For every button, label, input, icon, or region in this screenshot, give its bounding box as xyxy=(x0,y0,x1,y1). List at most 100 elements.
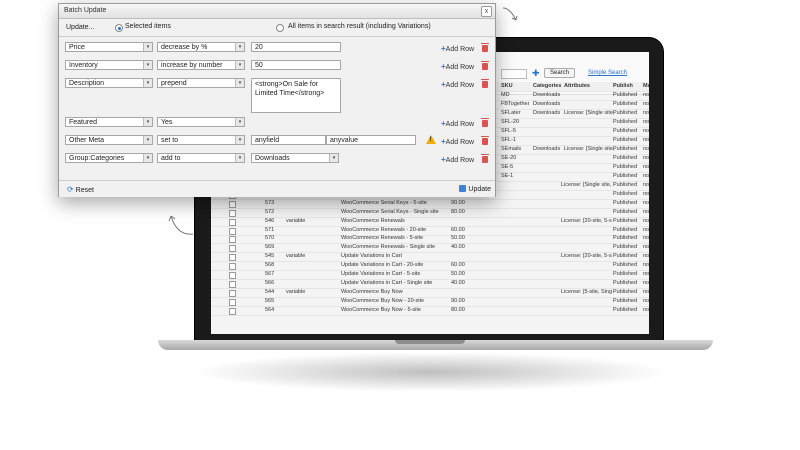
reset-icon: ⟳ xyxy=(67,185,74,194)
bg-cell-id: 567 xyxy=(265,271,275,277)
chevron-down-icon: ▾ xyxy=(143,118,152,126)
bg-cell-name: Update Variations in Cart xyxy=(341,253,403,260)
scope-all-radio[interactable] xyxy=(276,24,284,32)
bg-cell-name: WooCommerce Buy Now - 20-site xyxy=(341,297,425,304)
bg-cell-pub: Published xyxy=(613,190,638,197)
bg-table-row[interactable]: 564 WooCommerce Buy Now - 5-site 80.00 Publ… xyxy=(211,306,649,316)
bg-cell-pub: Published xyxy=(613,217,638,224)
bg-cell-sku: MD xyxy=(501,92,510,98)
bg-cell-id: 546 xyxy=(265,217,275,224)
bg-cell-sku: SE-1 xyxy=(501,173,514,179)
field-select[interactable]: Inventory ▾ xyxy=(65,60,153,70)
bg-cell-m: no xyxy=(643,279,649,286)
bg-cell-cat: Downloads xyxy=(533,101,561,107)
trash-icon[interactable] xyxy=(481,118,489,127)
bg-cell-price: 80.00 xyxy=(451,306,465,313)
value-textarea[interactable]: <strong>On Sale for Limited Time</strong… xyxy=(251,78,341,113)
scope-all-label: All items in search result (including Va… xyxy=(288,23,431,30)
action-select[interactable]: increase by number ▾ xyxy=(157,60,245,70)
add-row-label: Add Row xyxy=(445,157,475,164)
bg-cell-m: no xyxy=(643,253,649,260)
add-row-button[interactable]: +Add Row xyxy=(441,119,474,128)
trash-icon[interactable] xyxy=(481,136,489,145)
update-button[interactable]: Update xyxy=(459,185,491,193)
add-row-label: Add Row xyxy=(445,64,475,71)
field-select[interactable]: Other Meta ▾ xyxy=(65,135,153,145)
trash-icon[interactable] xyxy=(481,61,489,70)
bg-cell-pub: Published xyxy=(613,101,638,107)
bg-cell-pub: Published xyxy=(613,182,638,188)
action-select[interactable]: add to ▾ xyxy=(157,153,245,163)
action-select[interactable]: set to ▾ xyxy=(157,135,245,145)
action-select-text: increase by number xyxy=(161,62,223,69)
bg-cell-attr: License: [5-site, Sing xyxy=(561,288,613,295)
add-row-button[interactable]: +Add Row xyxy=(441,44,474,53)
update-label: Update xyxy=(468,186,491,193)
value-input-text: 20 xyxy=(255,44,263,51)
bg-cell-pub: Published xyxy=(613,155,638,161)
row-checkbox[interactable] xyxy=(229,307,236,315)
bg-simple-search-link[interactable]: Simple Search xyxy=(588,70,627,76)
chevron-down-icon: ▾ xyxy=(143,154,152,162)
action-select[interactable]: decrease by % ▾ xyxy=(157,42,245,52)
bg-cell-pub: Published xyxy=(613,208,638,215)
bg-search-button[interactable]: Search xyxy=(544,68,576,78)
meta-value-input[interactable]: anyvalue xyxy=(326,135,416,145)
bg-cell-m: no xyxy=(643,226,649,233)
bg-cell-pub: Published xyxy=(613,92,638,98)
bg-cell-sku: SFL-1 xyxy=(501,137,516,143)
bg-cell-price: 50.00 xyxy=(451,271,465,277)
bg-cell-m: no xyxy=(643,199,649,206)
value-select[interactable]: Downloads ▾ xyxy=(251,153,339,163)
value-input[interactable]: 20 xyxy=(251,42,341,52)
bg-add-icon[interactable]: ✚ xyxy=(532,68,540,79)
add-row-button[interactable]: +Add Row xyxy=(441,80,474,89)
field-select[interactable]: Group:Categories ▾ xyxy=(65,153,153,163)
bg-header-cell: Attributes xyxy=(564,83,590,89)
trash-icon[interactable] xyxy=(481,154,489,163)
add-row-button[interactable]: +Add Row xyxy=(441,155,474,164)
update-menu[interactable]: Update... xyxy=(66,24,94,31)
bg-cell-sku: FBTogether xyxy=(501,101,530,107)
bg-cell-m: no xyxy=(643,235,649,242)
chevron-down-icon: ▾ xyxy=(143,79,152,87)
close-icon[interactable]: x xyxy=(481,6,492,17)
bg-cell-pub: Published xyxy=(613,164,638,170)
meta-key-input[interactable]: anyfield xyxy=(251,135,326,145)
reset-button[interactable]: ⟳ Reset xyxy=(67,185,94,194)
scope-selected-radio[interactable] xyxy=(115,24,123,32)
chevron-down-icon: ▾ xyxy=(235,136,244,144)
bg-cell-cat: Downloads xyxy=(533,146,561,152)
add-row-button[interactable]: +Add Row xyxy=(441,137,474,146)
chevron-down-icon: ▾ xyxy=(143,136,152,144)
trash-icon[interactable] xyxy=(481,43,489,52)
action-select-text: Yes xyxy=(161,119,173,126)
bg-search-field[interactable] xyxy=(501,69,527,79)
decor-arrow-bottom-icon xyxy=(168,215,194,235)
bg-cell-price: 60.00 xyxy=(451,226,465,233)
field-select[interactable]: Featured ▾ xyxy=(65,117,153,127)
bg-cell-pub: Published xyxy=(613,146,638,152)
bg-cell-m: no xyxy=(643,146,649,152)
bg-cell-name: WooCommerce Buy Now - 5-site xyxy=(341,306,421,313)
action-select-text: decrease by % xyxy=(161,44,208,51)
field-select[interactable]: Description ▾ xyxy=(65,78,153,88)
action-select[interactable]: prepend ▾ xyxy=(157,78,245,88)
field-select-text: Inventory xyxy=(69,62,98,69)
bg-header-cell: Ma xyxy=(643,83,649,89)
bg-cell-pub: Published xyxy=(613,173,638,179)
bg-cell-price: 90.00 xyxy=(451,297,465,304)
value-input[interactable]: 50 xyxy=(251,60,341,70)
bg-cell-pub: Published xyxy=(613,297,638,304)
field-select-text: Other Meta xyxy=(69,137,105,144)
field-select[interactable]: Price ▾ xyxy=(65,42,153,52)
bg-cell-m: no xyxy=(643,119,649,125)
add-row-button[interactable]: +Add Row xyxy=(441,62,474,71)
decor-arrow-top-icon xyxy=(502,7,518,21)
bg-cell-pub: Published xyxy=(613,110,638,116)
trash-icon[interactable] xyxy=(481,79,489,88)
bg-cell-m: no xyxy=(643,92,649,98)
bg-cell-name: Update Variations in Cart - 5-site xyxy=(341,271,421,277)
action-select[interactable]: Yes ▾ xyxy=(157,117,245,127)
bg-cell-sku: SFLater xyxy=(501,110,521,116)
